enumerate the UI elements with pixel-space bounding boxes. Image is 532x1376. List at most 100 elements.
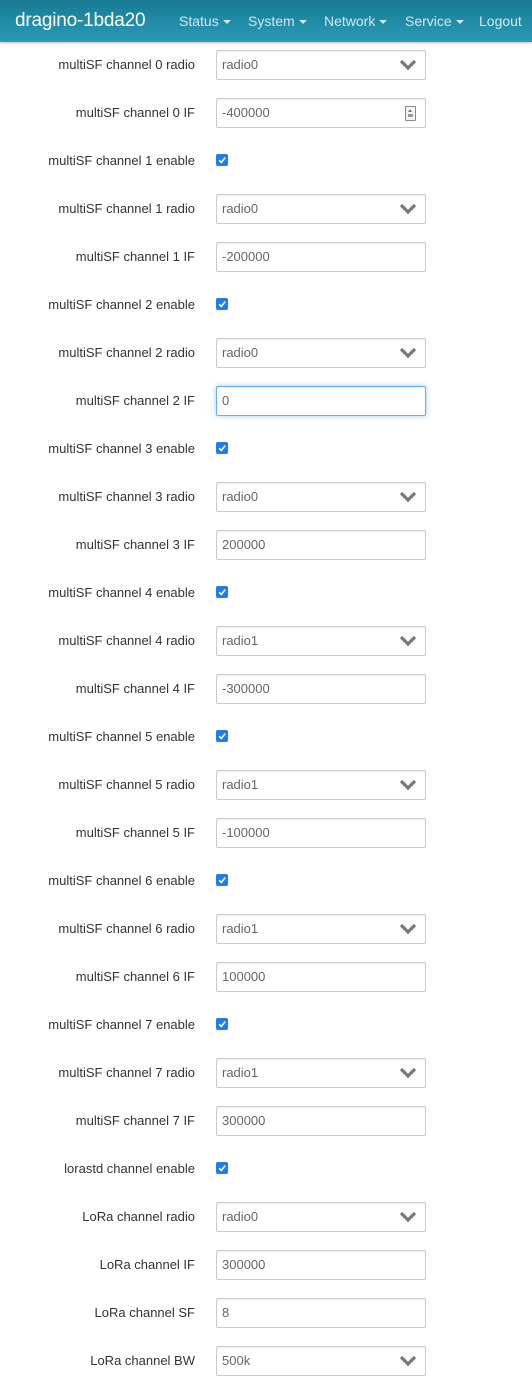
enable-checkbox[interactable] [216,442,228,454]
radio-select[interactable]: radio1 [216,914,426,944]
select-value: 500k [222,1353,251,1368]
input-value: 8 [222,1305,230,1320]
field-label: multiSF channel 7 IF [75,1113,195,1128]
form-row: multiSF channel 1 enable [0,146,532,176]
brand-title[interactable]: dragino-1bda20 [15,10,146,32]
field-label: multiSF channel 2 enable [48,297,195,312]
chevron-down-icon [399,59,417,71]
field-label: multiSF channel 3 enable [48,441,195,456]
chevron-down-icon [399,1355,417,1367]
field-label: multiSF channel 5 IF [75,825,195,840]
form-row: multiSF channel 5 IF -100000 [0,818,532,848]
field-label: LoRa channel BW [90,1353,195,1368]
enable-checkbox[interactable] [216,1018,228,1030]
menu-system[interactable]: System [248,13,307,29]
checkmark-icon [218,877,226,884]
enable-checkbox[interactable] [216,298,228,310]
radio-select[interactable]: radio0 [216,194,426,224]
field-label: multiSF channel 7 enable [48,1017,195,1032]
form-row: multiSF channel 4 IF -300000 [0,674,532,704]
form-row: multiSF channel 3 enable [0,434,532,464]
value-input[interactable]: -300000 [216,674,426,704]
form-row: LoRa channel BW 500k [0,1346,532,1376]
checkmark-icon [218,445,226,452]
field-label: multiSF channel 6 IF [75,969,195,984]
caret-down-icon [298,20,307,25]
select-value: radio1 [222,777,259,792]
radio-select[interactable]: radio1 [216,770,426,800]
radio-select[interactable]: radio0 [216,482,426,512]
menu-status[interactable]: Status [179,13,231,29]
value-input[interactable]: 0 [216,386,426,416]
field-label: multiSF channel 2 radio [58,345,195,360]
enable-checkbox[interactable] [216,874,228,886]
field-label: multiSF channel 4 IF [75,681,195,696]
field-label: multiSF channel 1 radio [58,201,195,216]
field-label: multiSF channel 4 enable [48,585,195,600]
form-row: multiSF channel 3 radio radio0 [0,482,532,512]
form-row: lorastd channel enable [0,1154,532,1184]
field-label: multiSF channel 7 radio [58,1065,195,1080]
checkmark-icon [218,1021,226,1028]
form-row: multiSF channel 4 radio radio1 [0,626,532,656]
form-row: multiSF channel 7 enable [0,1010,532,1040]
form-row: multiSF channel 1 IF -200000 [0,242,532,272]
menu-logout[interactable]: Logout [479,13,522,29]
value-input[interactable]: 200000 [216,530,426,560]
field-label: multiSF channel 6 enable [48,873,195,888]
form-row: multiSF channel 7 IF 300000 [0,1106,532,1136]
value-input[interactable]: 8 [216,1298,426,1328]
radio-select[interactable]: radio0 [216,50,426,80]
number-spinner-icon[interactable] [405,106,416,121]
form-row: multiSF channel 1 radio radio0 [0,194,532,224]
radio-select[interactable]: radio0 [216,338,426,368]
radio-select[interactable]: radio0 [216,1202,426,1232]
form-row: multiSF channel 2 IF 0 [0,386,532,416]
menu-logout-label: Logout [479,13,522,29]
radio-select[interactable]: radio1 [216,1058,426,1088]
form-row: LoRa channel IF 300000 [0,1250,532,1280]
form-row: multiSF channel 5 radio radio1 [0,770,532,800]
field-label: multiSF channel 5 enable [48,729,195,744]
radio-select[interactable]: 500k [216,1346,426,1376]
navbar: dragino-1bda20 Status System Network Ser… [0,0,532,42]
menu-network[interactable]: Network [324,13,388,29]
form-row: multiSF channel 2 enable [0,290,532,320]
value-input[interactable]: 300000 [216,1106,426,1136]
field-label: multiSF channel 4 radio [58,633,195,648]
input-value: 300000 [222,1113,266,1128]
chevron-down-icon [399,347,417,359]
input-value: 100000 [222,969,266,984]
select-value: radio1 [222,921,259,936]
form-row: multiSF channel 5 enable [0,722,532,752]
value-input[interactable]: -200000 [216,242,426,272]
enable-checkbox[interactable] [216,1162,228,1174]
checkmark-icon [218,301,226,308]
checkmark-icon [218,1165,226,1172]
form-row: multiSF channel 0 radio radio0 [0,50,532,80]
checkmark-icon [218,589,226,596]
field-label: multiSF channel 5 radio [58,777,195,792]
field-label: LoRa channel radio [82,1209,195,1224]
enable-checkbox[interactable] [216,730,228,742]
form-row: multiSF channel 6 radio radio1 [0,914,532,944]
select-value: radio1 [222,633,259,648]
chevron-down-icon [399,635,417,647]
radio-select[interactable]: radio1 [216,626,426,656]
chevron-down-icon [399,1067,417,1079]
field-label: LoRa channel IF [99,1257,195,1272]
select-value: radio0 [222,57,259,72]
field-label: multiSF channel 3 IF [75,537,195,552]
value-input[interactable]: -400000 [216,98,426,128]
enable-checkbox[interactable] [216,586,228,598]
enable-checkbox[interactable] [216,154,228,166]
value-input[interactable]: 300000 [216,1250,426,1280]
value-input[interactable]: 100000 [216,962,426,992]
input-value: -400000 [222,105,270,120]
form-row: multiSF channel 6 enable [0,866,532,896]
form-row: multiSF channel 0 IF -400000 [0,98,532,128]
field-label: multiSF channel 1 enable [48,153,195,168]
value-input[interactable]: -100000 [216,818,426,848]
field-label: multiSF channel 3 radio [58,489,195,504]
menu-service[interactable]: Service [405,13,464,29]
